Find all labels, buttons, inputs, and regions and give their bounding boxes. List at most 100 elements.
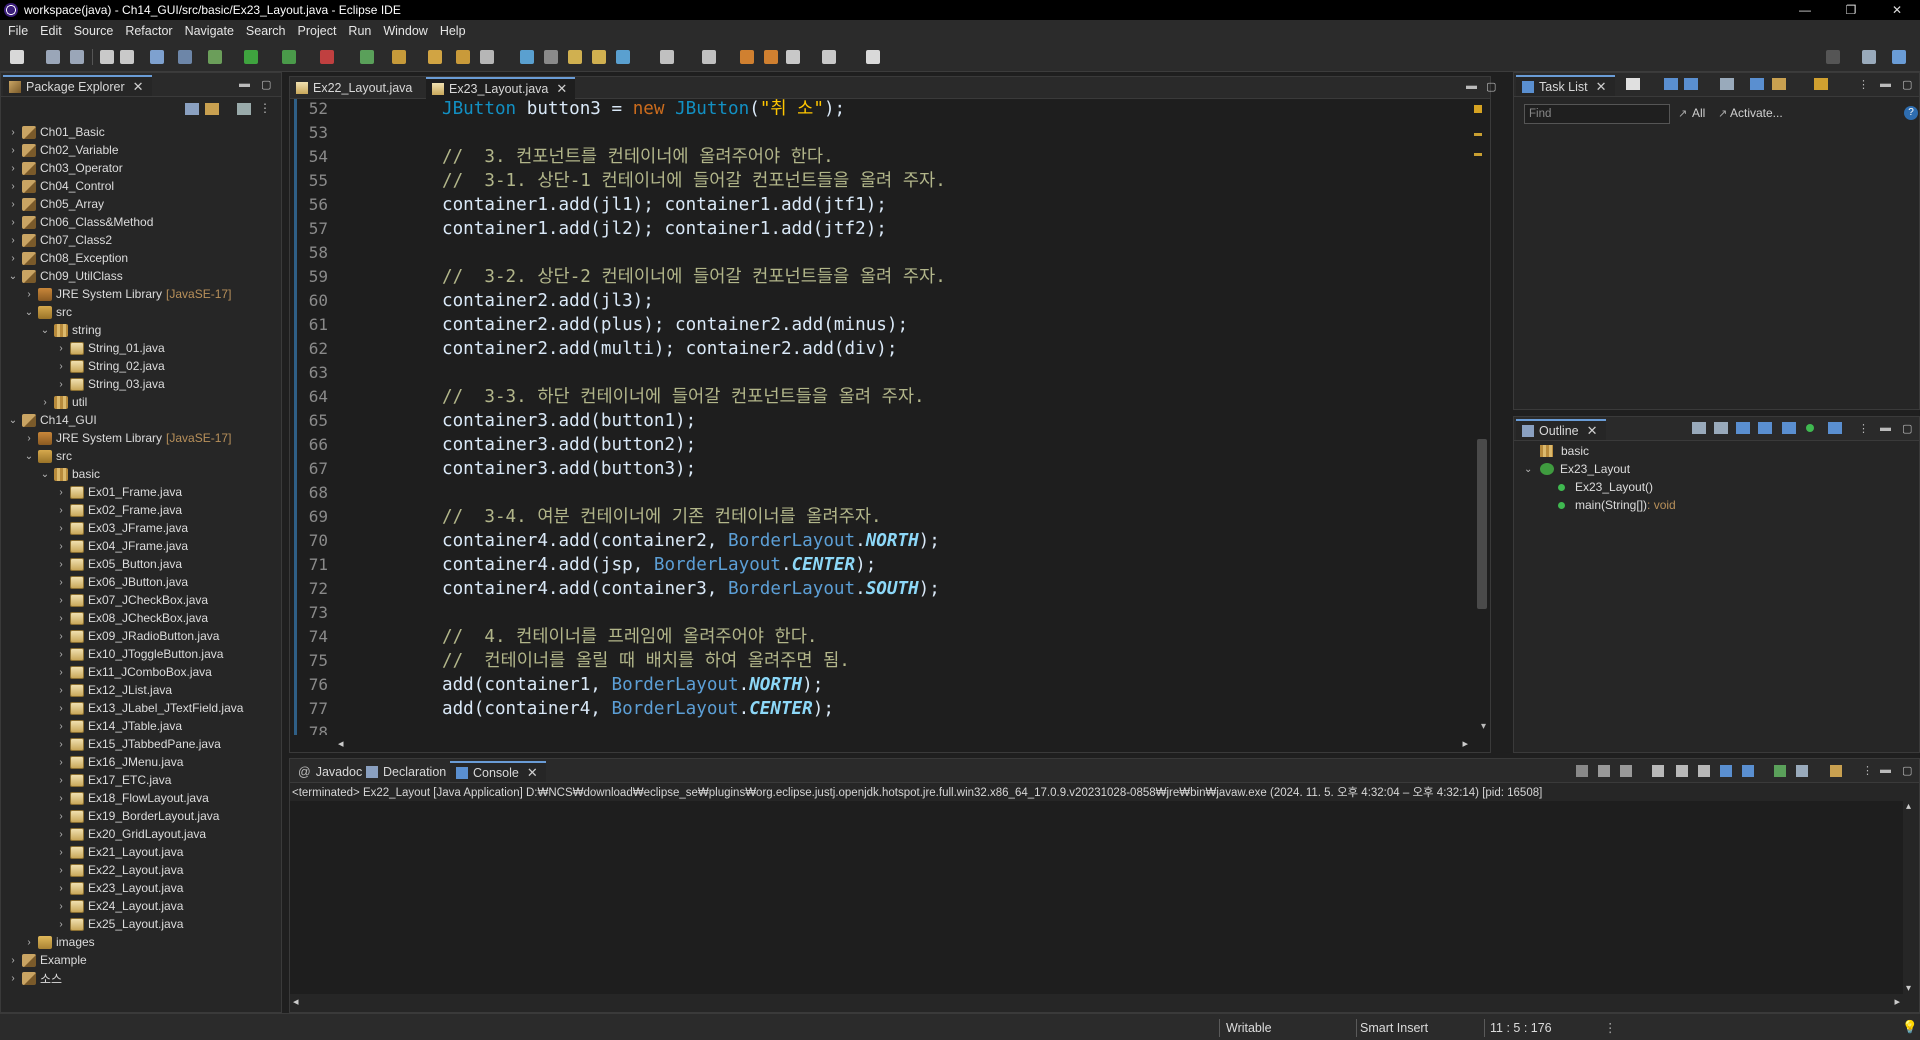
new-java-project-icon[interactable] <box>360 50 374 64</box>
tree-item[interactable]: ⌄ basic <box>1 465 100 483</box>
chevron-right-icon[interactable]: › <box>39 397 51 408</box>
show-stdout-icon[interactable] <box>1720 765 1732 777</box>
code-line[interactable]: 58 <box>290 241 328 265</box>
code-line[interactable]: 70 container4.add(container2, BorderLayou… <box>290 529 940 553</box>
hide-fields-icon[interactable] <box>1758 422 1772 434</box>
tree-item[interactable]: › Ex06_JButton.java <box>1 573 188 591</box>
chevron-right-icon[interactable]: › <box>7 217 19 228</box>
undo-icon[interactable] <box>100 50 114 64</box>
chevron-right-icon[interactable]: › <box>7 145 19 156</box>
chevron-right-icon[interactable]: › <box>55 775 67 786</box>
tree-item[interactable]: ⌄ src <box>1 303 72 321</box>
status-cursor-position[interactable]: 11 : 5 : 176 <box>1490 1014 1552 1040</box>
tree-item[interactable]: › Ex15_JTabbedPane.java <box>1 735 220 753</box>
scroll-right-icon[interactable]: ▸ <box>1894 995 1900 1008</box>
scroll-down-icon[interactable]: ▾ <box>1481 721 1486 732</box>
code-line[interactable]: 62 container2.add(multi); container2.add(… <box>290 337 898 361</box>
chevron-right-icon[interactable]: › <box>55 343 67 354</box>
code-line[interactable]: 67 container3.add(button3); <box>290 457 696 481</box>
search-tool-icon[interactable] <box>480 50 494 64</box>
hide-nonpublic-icon[interactable] <box>1806 424 1814 432</box>
new-icon[interactable] <box>10 50 24 64</box>
show-whitespace-icon[interactable] <box>592 50 606 64</box>
lightbulb-icon[interactable]: 💡 <box>1902 1014 1918 1040</box>
code-line[interactable]: 55 // 3-1. 상단-1 컨테이너에 들어갈 컨포넌트들을 올려 주자. <box>290 169 946 193</box>
back-icon[interactable] <box>786 50 800 64</box>
pin-console-icon[interactable] <box>1774 765 1786 777</box>
coverage-icon[interactable] <box>282 50 296 64</box>
tree-item[interactable]: › JRE System Library [JavaSE-17] <box>1 429 231 447</box>
status-insert-mode[interactable]: Smart Insert <box>1360 1014 1428 1040</box>
tree-item[interactable]: ⌄ string <box>1 321 102 339</box>
chevron-right-icon[interactable]: › <box>7 235 19 246</box>
scroll-lock-icon[interactable] <box>1676 765 1688 777</box>
chevron-right-icon[interactable]: › <box>55 919 67 930</box>
tree-item[interactable]: › Ex18_FlowLayout.java <box>1 789 208 807</box>
collapse-all-icon[interactable] <box>1750 78 1764 90</box>
save-icon[interactable] <box>46 50 60 64</box>
code-line[interactable]: 66 container3.add(button2); <box>290 433 696 457</box>
chevron-right-icon[interactable]: › <box>7 253 19 264</box>
chevron-right-icon[interactable]: › <box>7 973 19 984</box>
code-line[interactable]: 72 container4.add(container3, BorderLayou… <box>290 577 940 601</box>
remove-launch-icon[interactable] <box>1598 765 1610 777</box>
maximize-view-icon[interactable]: ▢ <box>261 78 271 91</box>
tree-item[interactable]: › Ch05_Array <box>1 195 104 213</box>
menu-file[interactable]: File <box>4 24 36 38</box>
close-icon[interactable]: ✕ <box>527 765 538 781</box>
tab-ex22-layout[interactable]: Ex22_Layout.java <box>290 78 420 98</box>
chevron-down-icon[interactable]: ⌄ <box>7 415 19 426</box>
code-line[interactable]: 71 container4.add(jsp, BorderLayout.CENTE… <box>290 553 877 577</box>
remove-all-icon[interactable] <box>1620 765 1632 777</box>
chevron-right-icon[interactable]: › <box>55 361 67 372</box>
expand-all-icon[interactable] <box>1714 422 1728 434</box>
code-line[interactable]: 64 // 3-3. 하단 컨테이너에 들어갈 컨포넌트들을 올려 주자. <box>290 385 925 409</box>
show-stderr-icon[interactable] <box>1742 765 1754 777</box>
chevron-down-icon[interactable]: ⌄ <box>23 451 35 462</box>
save-all-icon[interactable] <box>70 50 84 64</box>
chevron-right-icon[interactable]: › <box>55 541 67 552</box>
clear-console-icon[interactable] <box>1652 765 1664 777</box>
tree-item[interactable]: › Ch07_Class2 <box>1 231 112 249</box>
tree-item[interactable]: › String_03.java <box>1 375 164 393</box>
console-horizontal-scrollbar[interactable]: ◂ ▸ <box>290 994 1903 1012</box>
tree-item[interactable]: › Ex02_Frame.java <box>1 501 182 519</box>
chevron-right-icon[interactable]: › <box>7 127 19 138</box>
chevron-right-icon[interactable]: › <box>55 757 67 768</box>
toggle-mark-icon[interactable] <box>520 50 534 64</box>
view-menu-icon[interactable]: ⋮ <box>1862 764 1873 777</box>
tree-item[interactable]: › Ex03_JFrame.java <box>1 519 188 537</box>
block-selection-icon[interactable] <box>544 50 558 64</box>
open-type-icon[interactable] <box>428 50 442 64</box>
filter-icon[interactable] <box>237 103 251 115</box>
minimize-view-icon[interactable]: ▬ <box>1880 422 1891 434</box>
chevron-down-icon[interactable]: ⌄ <box>7 271 19 282</box>
code-line[interactable]: 52 JButton button3 = new JButton("취 소"); <box>290 99 845 121</box>
view-menu-icon[interactable]: ⋮ <box>1858 422 1869 435</box>
tree-item[interactable]: › Ex13_JLabel_JTextField.java <box>1 699 243 717</box>
external-tools-icon[interactable] <box>320 50 334 64</box>
tree-item[interactable]: › Ch01_Basic <box>1 123 104 141</box>
chevron-right-icon[interactable]: › <box>55 379 67 390</box>
close-icon[interactable]: ✕ <box>556 81 567 97</box>
maximize-view-icon[interactable]: ▢ <box>1486 80 1496 93</box>
chevron-right-icon[interactable]: › <box>55 613 67 624</box>
word-wrap-icon[interactable] <box>1698 765 1710 777</box>
categorized-icon[interactable] <box>1664 78 1678 90</box>
maximize-view-icon[interactable]: ▢ <box>1902 78 1912 91</box>
tree-item[interactable]: › Ch02_Variable <box>1 141 118 159</box>
forward-icon[interactable] <box>822 50 836 64</box>
status-menu-icon[interactable]: ⋮ <box>1604 1014 1617 1040</box>
chevron-right-icon[interactable]: › <box>55 703 67 714</box>
tab-javadoc[interactable]: @ Javadoc <box>292 761 370 782</box>
code-line[interactable]: 76 add(container1, BorderLayout.NORTH); <box>290 673 824 697</box>
sort-icon[interactable] <box>1736 422 1750 434</box>
previous-annotation-icon[interactable] <box>702 50 716 64</box>
tree-item[interactable]: › Ex08_JCheckBox.java <box>1 609 208 627</box>
scroll-right-icon[interactable]: ▸ <box>1462 737 1468 750</box>
horizontal-scrollbar[interactable]: ◂ ▸ <box>338 736 1468 752</box>
tree-item[interactable]: › Ex10_JToggleButton.java <box>1 645 223 663</box>
chevron-right-icon[interactable]: › <box>55 685 67 696</box>
menu-navigate[interactable]: Navigate <box>181 24 242 38</box>
code-line[interactable]: 57 container1.add(jl2); container1.add(jt… <box>290 217 887 241</box>
